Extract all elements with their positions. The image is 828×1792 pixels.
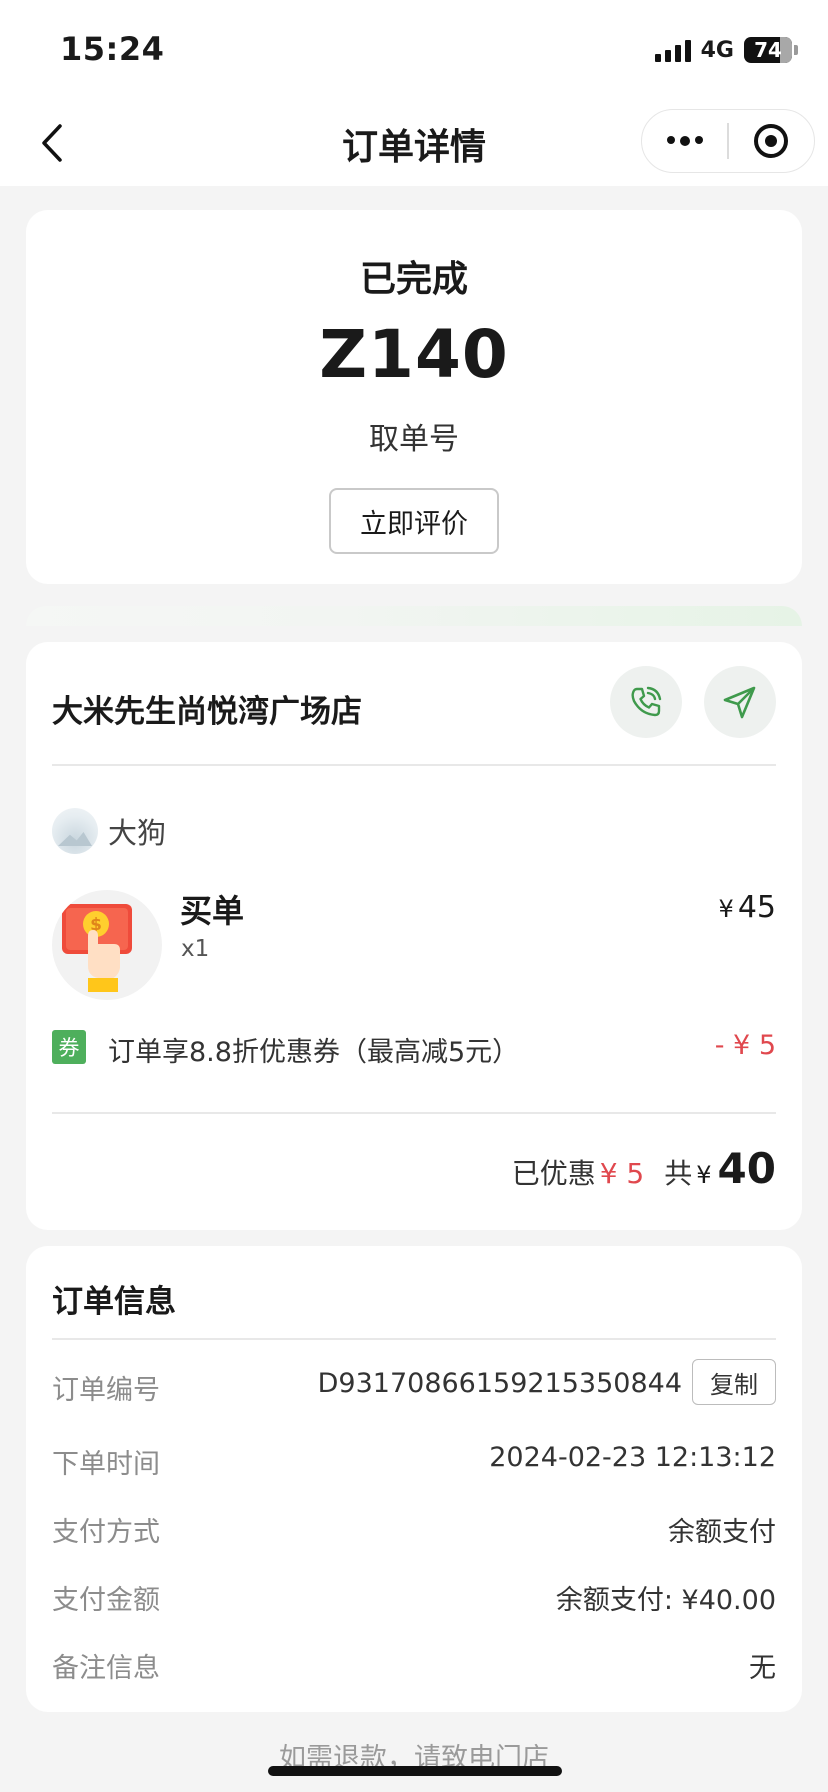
coupon-discount: - ¥ 5 bbox=[714, 1030, 776, 1061]
pickup-number-label: 取单号 bbox=[369, 422, 459, 457]
status-time: 15:24 bbox=[60, 30, 165, 68]
info-label: 备注信息 bbox=[52, 1653, 160, 1684]
info-label: 支付方式 bbox=[52, 1517, 160, 1548]
payment-method: 余额支付 bbox=[668, 1517, 776, 1548]
order-detail-page: 15:24 4G 74 订单详情 已完成 Z140 取单号 立即评价 大米先生尚… bbox=[0, 0, 828, 1792]
remark-row: 备注信息 无 bbox=[52, 1646, 776, 1686]
order-number: D93170866159215350844 bbox=[317, 1368, 682, 1399]
coupon-description: 订单享8.8折优惠券（最高减5元） bbox=[108, 1037, 520, 1068]
coupon-row: 券 订单享8.8折优惠券（最高减5元） - ¥ 5 bbox=[52, 1028, 776, 1068]
order-info-card: 订单信息 订单编号 D93170866159215350844 复制 下单时间 … bbox=[26, 1246, 802, 1712]
navigate-button[interactable] bbox=[704, 666, 776, 738]
call-store-button[interactable] bbox=[610, 666, 682, 738]
info-label: 订单编号 bbox=[52, 1375, 160, 1406]
more-button[interactable] bbox=[642, 110, 727, 172]
info-label: 支付金额 bbox=[52, 1585, 160, 1616]
discount-amount: ¥ 5 bbox=[599, 1157, 645, 1190]
network-type: 4G bbox=[700, 37, 734, 63]
navigation-bar: 订单详情 bbox=[0, 100, 828, 186]
currency-symbol: ¥ bbox=[718, 895, 734, 923]
info-label: 下单时间 bbox=[52, 1449, 160, 1480]
navigate-arrow-icon bbox=[723, 686, 756, 719]
divider bbox=[52, 764, 776, 766]
status-bar: 15:24 4G 74 bbox=[0, 0, 828, 100]
payment-hand-icon: $ bbox=[62, 904, 132, 992]
status-indicators: 4G 74 bbox=[654, 36, 798, 64]
more-dots-icon bbox=[666, 136, 703, 146]
order-summary: 已优惠 ¥ 5 共 ¥ 40 bbox=[512, 1144, 776, 1193]
divider bbox=[52, 1338, 776, 1340]
product-name: 买单 bbox=[180, 892, 245, 930]
pickup-number: Z140 bbox=[319, 316, 509, 393]
product-price: ¥45 bbox=[719, 890, 776, 925]
store-order-card: 大米先生尚悦湾广场店 大狗 $ 买单 x1 ¥ 45 券 订单享8.8折优惠券（… bbox=[26, 642, 802, 1230]
total-amount: 40 bbox=[717, 1144, 776, 1193]
payment-method-row: 支付方式 余额支付 bbox=[52, 1510, 776, 1550]
phone-icon bbox=[631, 686, 662, 717]
payment-amount: 余额支付: ¥40.00 bbox=[555, 1585, 776, 1616]
home-indicator[interactable] bbox=[268, 1766, 562, 1776]
remark: 无 bbox=[749, 1653, 776, 1684]
total-label: 共 bbox=[664, 1157, 693, 1190]
total-currency: ¥ bbox=[696, 1161, 712, 1189]
close-mini-program-button[interactable] bbox=[729, 110, 814, 172]
review-button[interactable]: 立即评价 bbox=[329, 488, 499, 554]
battery-level: 74 bbox=[754, 38, 782, 62]
product-image: $ bbox=[52, 890, 162, 1000]
mini-program-capsule bbox=[641, 109, 815, 173]
payment-amount-row: 支付金额 余额支付: ¥40.00 bbox=[52, 1578, 776, 1618]
order-time: 2024-02-23 12:13:12 bbox=[489, 1442, 776, 1473]
discount-label: 已优惠 bbox=[511, 1157, 596, 1190]
store-name: 大米先生尚悦湾广场店 bbox=[52, 694, 362, 730]
avatar bbox=[52, 808, 98, 854]
order-number-row: 订单编号 D93170866159215350844 复制 bbox=[52, 1359, 776, 1408]
product-quantity: x1 bbox=[181, 936, 210, 962]
orderer-row: 大狗 bbox=[52, 808, 166, 854]
signal-icon bbox=[654, 38, 691, 62]
order-time-row: 下单时间 2024-02-23 12:13:12 bbox=[52, 1442, 776, 1482]
battery-icon: 74 bbox=[744, 37, 798, 63]
decorative-strip bbox=[26, 606, 802, 626]
copy-order-number-button[interactable]: 复制 bbox=[692, 1359, 776, 1405]
record-circle-icon bbox=[754, 124, 789, 158]
price-value: 45 bbox=[737, 890, 776, 925]
order-status-card: 已完成 Z140 取单号 立即评价 bbox=[26, 210, 802, 584]
divider bbox=[52, 1112, 776, 1114]
coupon-tag-icon: 券 bbox=[52, 1030, 86, 1064]
user-name: 大狗 bbox=[108, 816, 167, 850]
order-status: 已完成 bbox=[359, 259, 468, 300]
order-info-title: 订单信息 bbox=[52, 1284, 176, 1320]
